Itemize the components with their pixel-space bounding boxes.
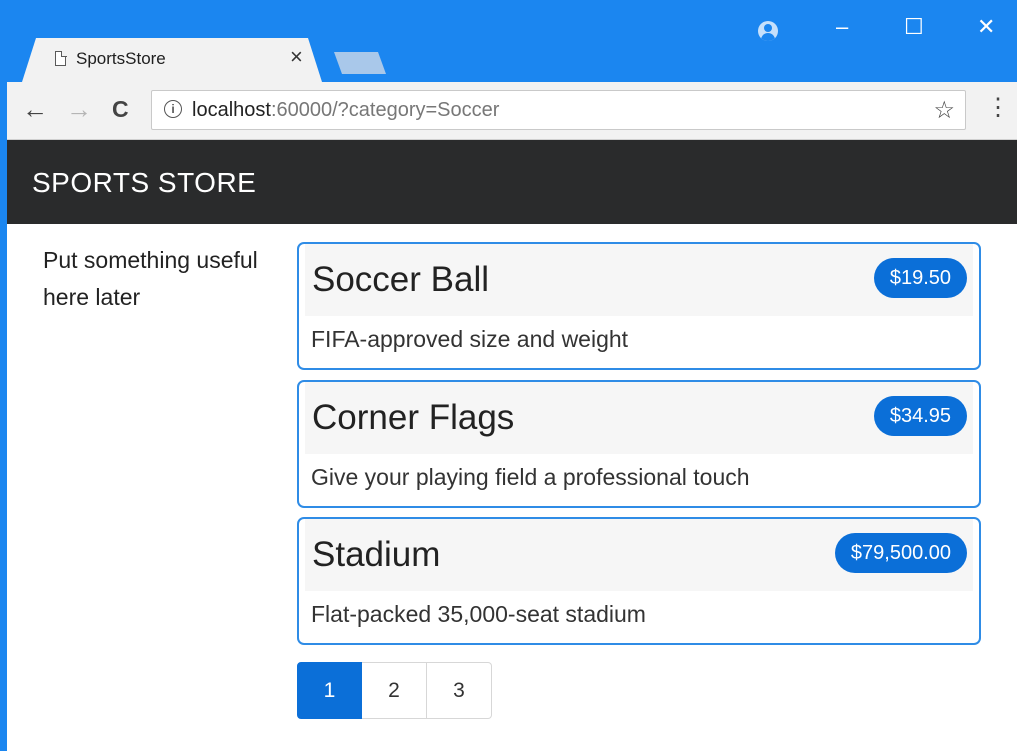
info-icon[interactable]: i [164, 100, 182, 118]
product-card: Soccer Ball $19.50 FIFA-approved size an… [297, 242, 981, 370]
minimize-icon[interactable]: – [836, 16, 848, 38]
close-window-icon[interactable]: ✕ [977, 16, 995, 38]
pagination: 1 2 3 [297, 662, 492, 719]
product-name: Stadium [312, 535, 441, 574]
page-button-2[interactable]: 2 [362, 662, 427, 719]
profile-icon[interactable] [758, 21, 778, 41]
card-header: Stadium $79,500.00 [305, 519, 973, 591]
browser-toolbar: ← → C i localhost:60000/?category=Soccer… [0, 82, 1017, 140]
brand-title[interactable]: SPORTS STORE [32, 167, 256, 199]
reload-icon[interactable]: C [112, 96, 129, 122]
window-border [0, 82, 7, 751]
product-name: Soccer Ball [312, 260, 490, 299]
tab-title: SportsStore [76, 49, 166, 68]
card-header: Corner Flags $34.95 [305, 382, 973, 454]
new-tab-button[interactable] [334, 52, 386, 74]
page-icon [55, 50, 67, 66]
product-card: Corner Flags $34.95 Give your playing fi… [297, 380, 981, 508]
product-description: Flat-packed 35,000-seat stadium [311, 601, 646, 627]
browser-menu-icon[interactable]: ⋮ [986, 96, 1010, 120]
page-button-1[interactable]: 1 [297, 662, 362, 719]
site-navbar: SPORTS STORE [7, 140, 1017, 224]
page-button-3[interactable]: 3 [427, 662, 492, 719]
maximize-icon[interactable]: ☐ [904, 16, 924, 38]
sidebar-placeholder: Put something useful here later [43, 247, 258, 310]
price-badge: $34.95 [873, 396, 967, 436]
url-host: localhost [192, 99, 271, 121]
bookmark-star-icon[interactable]: ☆ [933, 96, 955, 125]
browser-tab[interactable]: SportsStore × [22, 38, 322, 82]
product-description: FIFA-approved size and weight [311, 326, 629, 352]
browser-titlebar: SportsStore × – ☐ ✕ [0, 0, 1017, 82]
product-card: Stadium $79,500.00 Flat-packed 35,000-se… [297, 517, 981, 645]
url-text[interactable]: localhost:60000/?category=Soccer [192, 99, 499, 122]
back-icon[interactable]: ← [22, 96, 48, 122]
card-header: Soccer Ball $19.50 [305, 244, 973, 316]
price-badge: $79,500.00 [834, 533, 967, 573]
price-badge: $19.50 [873, 258, 967, 298]
address-bar[interactable]: i localhost:60000/?category=Soccer ☆ [151, 90, 966, 130]
product-description: Give your playing field a professional t… [311, 464, 750, 490]
forward-icon[interactable]: → [66, 96, 92, 122]
tab-close-icon[interactable]: × [290, 46, 303, 68]
url-path: :60000/?category=Soccer [270, 99, 500, 121]
product-name: Corner Flags [312, 398, 515, 437]
